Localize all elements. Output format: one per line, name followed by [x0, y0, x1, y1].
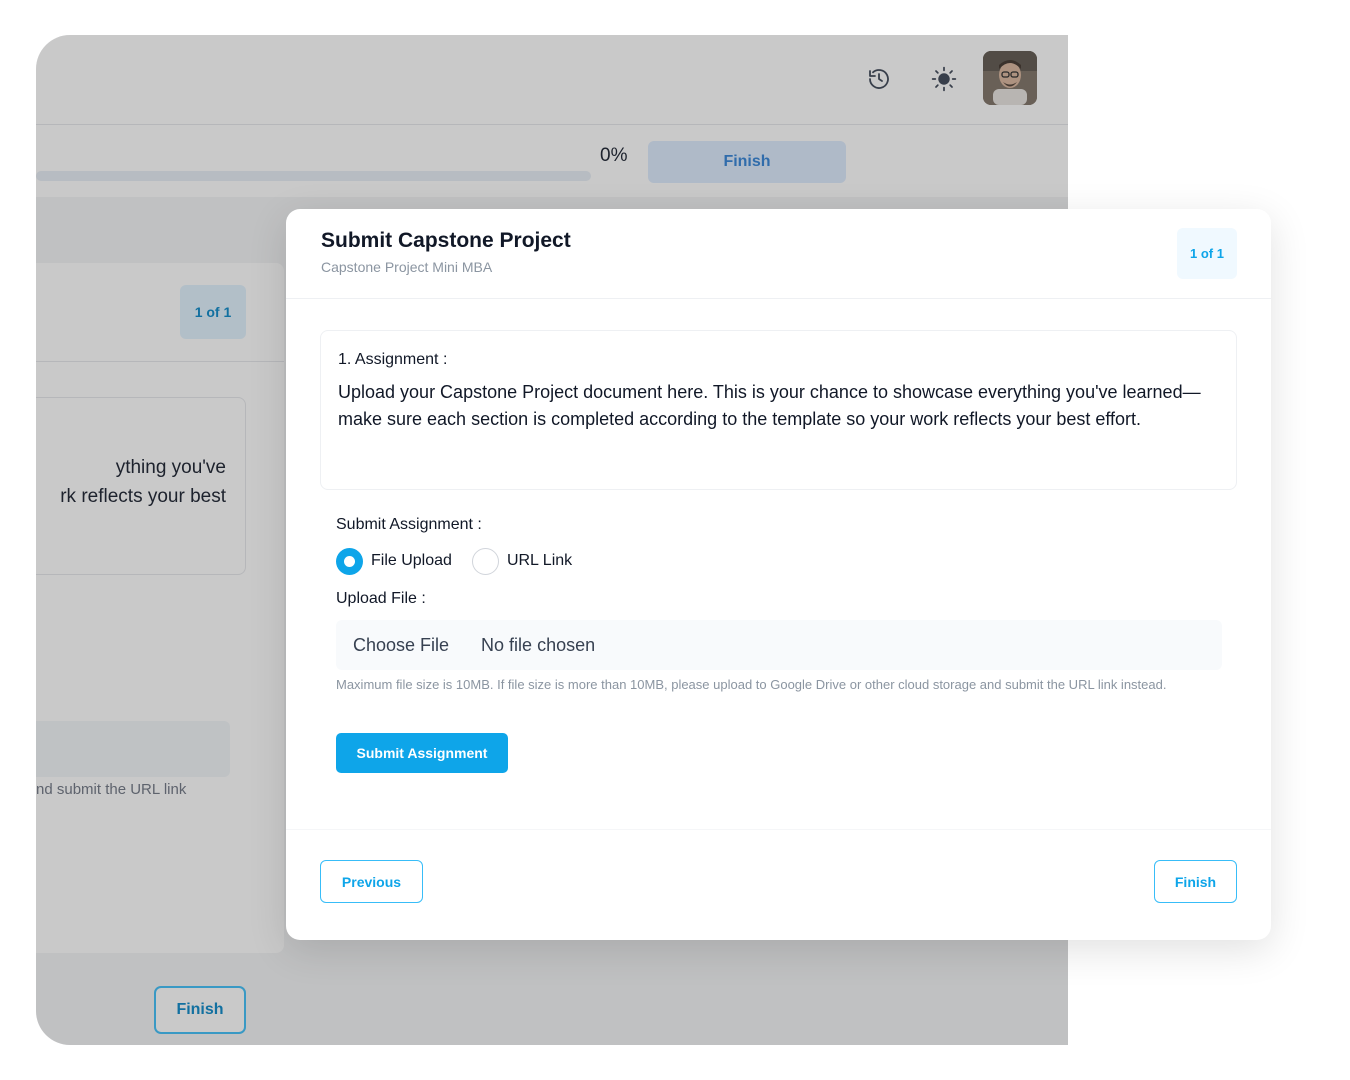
submission-type-radio-group: File Upload URL Link — [336, 547, 572, 575]
file-size-note: Maximum file size is 10MB. If file size … — [336, 677, 1167, 692]
submit-assignment-button[interactable]: Submit Assignment — [336, 733, 508, 773]
choose-file-button[interactable]: Choose File — [353, 635, 449, 656]
modal-subtitle: Capstone Project Mini MBA — [321, 259, 493, 275]
submit-assignment-label: Submit Assignment : — [336, 516, 482, 533]
finish-button[interactable]: Finish — [1154, 860, 1237, 903]
file-upload-label[interactable]: File Upload — [371, 552, 452, 570]
modal-title: Submit Capstone Project — [321, 229, 571, 252]
url-link-radio[interactable] — [471, 547, 499, 575]
modal-footer: Previous Finish — [286, 829, 1271, 940]
url-link-label[interactable]: URL Link — [507, 552, 572, 570]
assignment-description: Upload your Capstone Project document he… — [338, 382, 1201, 429]
assignment-label: 1. Assignment : — [338, 351, 448, 368]
upload-file-label: Upload File : — [336, 590, 426, 607]
file-upload-radio[interactable] — [336, 547, 363, 575]
file-input[interactable]: Choose File No file chosen — [336, 620, 1222, 670]
modal-header: Submit Capstone Project Capstone Project… — [286, 209, 1271, 299]
radio-dot — [344, 555, 355, 567]
submit-capstone-modal: Submit Capstone Project Capstone Project… — [286, 209, 1271, 940]
assignment-card: 1. Assignment : Upload your Capstone Pro… — [320, 330, 1237, 490]
page-badge: 1 of 1 — [1177, 228, 1237, 279]
previous-button[interactable]: Previous — [320, 860, 423, 903]
file-status-text: No file chosen — [481, 634, 596, 655]
